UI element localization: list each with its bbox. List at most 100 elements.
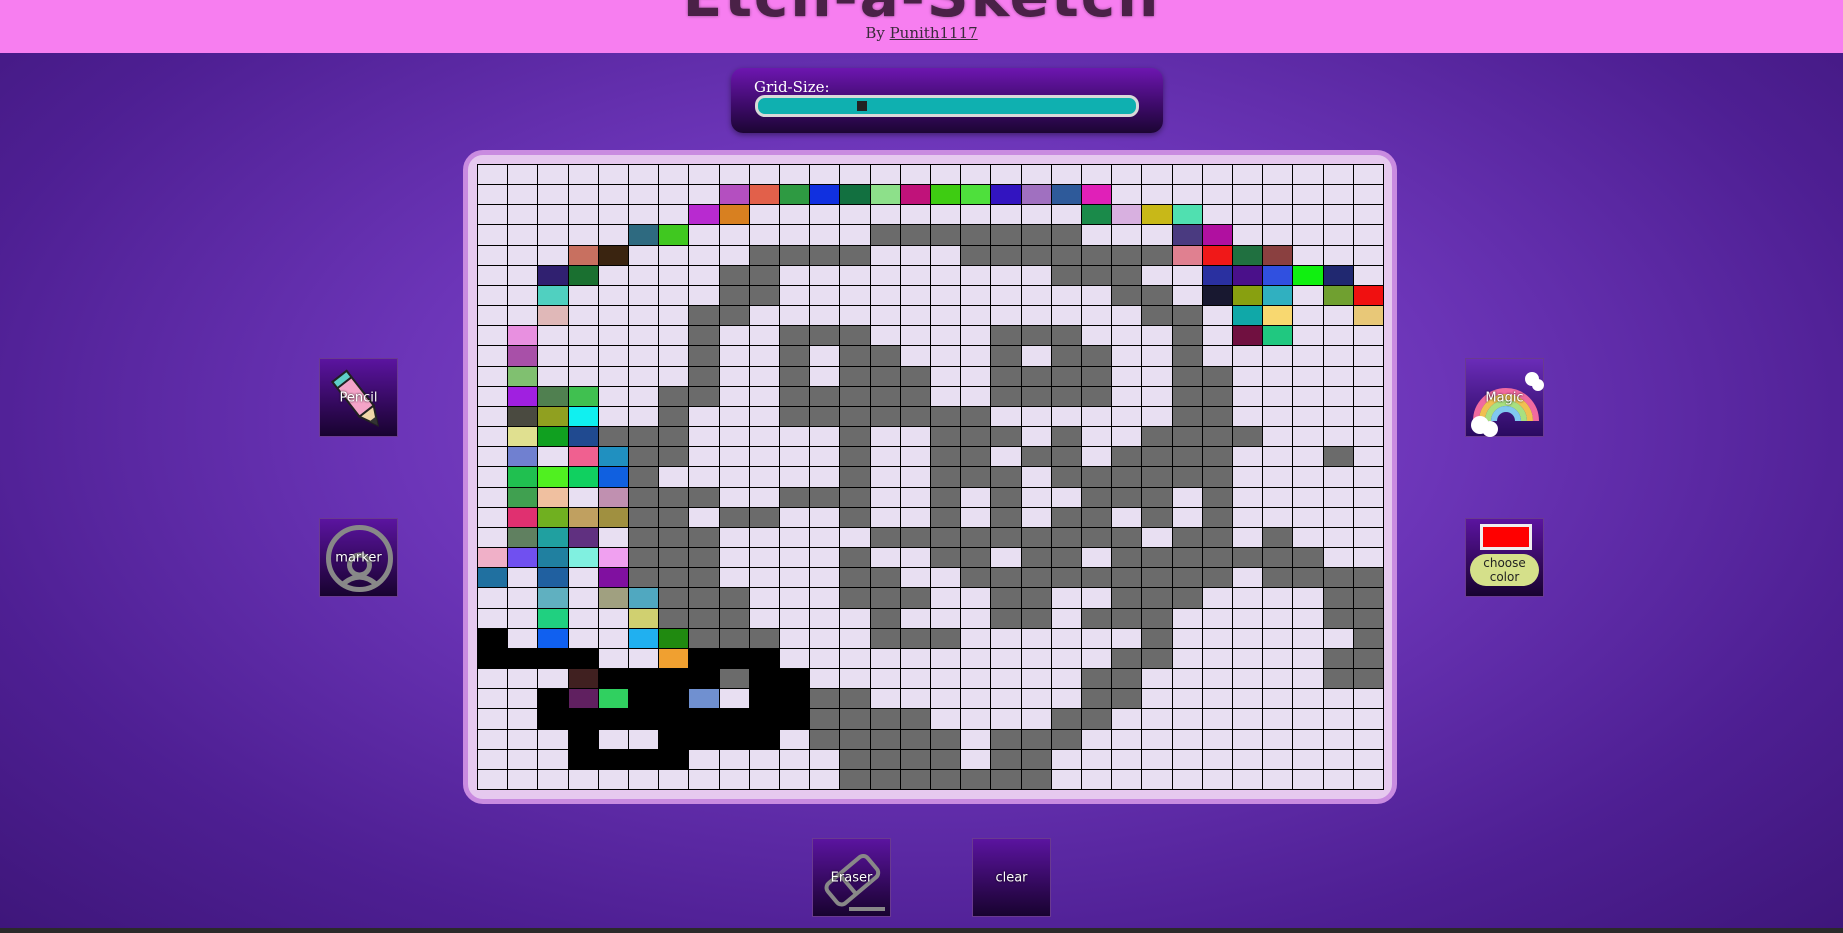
grid-cell[interactable] bbox=[840, 366, 870, 386]
grid-cell[interactable] bbox=[1172, 346, 1202, 366]
grid-cell[interactable] bbox=[689, 447, 719, 467]
grid-cell[interactable] bbox=[1293, 527, 1323, 548]
grid-cell[interactable] bbox=[1293, 205, 1323, 225]
grid-cell[interactable] bbox=[1353, 366, 1383, 386]
grid-cell[interactable] bbox=[1202, 709, 1232, 729]
grid-cell[interactable] bbox=[1021, 447, 1051, 467]
grid-cell[interactable] bbox=[1202, 447, 1232, 467]
grid-cell[interactable] bbox=[1293, 548, 1323, 568]
grid-cell[interactable] bbox=[689, 205, 719, 225]
grid-cell[interactable] bbox=[659, 487, 689, 507]
grid-cell[interactable] bbox=[1263, 568, 1293, 588]
grid-cell[interactable] bbox=[1172, 165, 1202, 185]
grid-cell[interactable] bbox=[961, 165, 991, 185]
grid-cell[interactable] bbox=[870, 265, 900, 285]
grid-cell[interactable] bbox=[870, 245, 900, 265]
grid-cell[interactable] bbox=[478, 165, 508, 185]
grid-cell[interactable] bbox=[659, 608, 689, 628]
grid-cell[interactable] bbox=[629, 588, 659, 608]
grid-cell[interactable] bbox=[538, 729, 568, 749]
grid-cell[interactable] bbox=[1202, 689, 1232, 709]
grid-cell[interactable] bbox=[991, 447, 1021, 467]
grid-cell[interactable] bbox=[719, 487, 749, 507]
grid-cell[interactable] bbox=[719, 447, 749, 467]
grid-cell[interactable] bbox=[629, 386, 659, 406]
grid-cell[interactable] bbox=[1172, 326, 1202, 346]
grid-cell[interactable] bbox=[991, 487, 1021, 507]
grid-cell[interactable] bbox=[931, 185, 961, 205]
grid-cell[interactable] bbox=[598, 689, 628, 709]
clear-button[interactable]: clear bbox=[972, 838, 1051, 917]
grid-cell[interactable] bbox=[991, 709, 1021, 729]
grid-cell[interactable] bbox=[931, 306, 961, 326]
grid-cell[interactable] bbox=[1263, 346, 1293, 366]
grid-cell[interactable] bbox=[478, 628, 508, 648]
grid-cell[interactable] bbox=[840, 306, 870, 326]
grid-cell[interactable] bbox=[1142, 225, 1172, 245]
grid-cell[interactable] bbox=[1172, 769, 1202, 789]
grid-cell[interactable] bbox=[931, 205, 961, 225]
grid-cell[interactable] bbox=[689, 467, 719, 487]
grid-cell[interactable] bbox=[598, 749, 628, 769]
grid-cell[interactable] bbox=[1172, 467, 1202, 487]
grid-cell[interactable] bbox=[568, 165, 598, 185]
grid-cell[interactable] bbox=[659, 427, 689, 447]
grid-cell[interactable] bbox=[478, 729, 508, 749]
grid-cell[interactable] bbox=[1021, 709, 1051, 729]
grid-cell[interactable] bbox=[810, 568, 840, 588]
grid-cell[interactable] bbox=[900, 406, 930, 427]
grid-cell[interactable] bbox=[508, 185, 538, 205]
grid-cell[interactable] bbox=[991, 245, 1021, 265]
grid-cell[interactable] bbox=[1142, 689, 1172, 709]
grid-cell[interactable] bbox=[1021, 406, 1051, 427]
grid-cell[interactable] bbox=[1353, 628, 1383, 648]
grid-cell[interactable] bbox=[1233, 487, 1263, 507]
grid-cell[interactable] bbox=[719, 588, 749, 608]
grid-cell[interactable] bbox=[840, 669, 870, 689]
grid-cell[interactable] bbox=[1263, 386, 1293, 406]
grid-cell[interactable] bbox=[659, 648, 689, 669]
grid-cell[interactable] bbox=[1051, 326, 1081, 346]
grid-cell[interactable] bbox=[1142, 366, 1172, 386]
grid-cell[interactable] bbox=[659, 447, 689, 467]
grid-cell[interactable] bbox=[1323, 669, 1353, 689]
grid-cell[interactable] bbox=[1353, 729, 1383, 749]
grid-cell[interactable] bbox=[719, 729, 749, 749]
grid-cell[interactable] bbox=[840, 447, 870, 467]
grid-cell[interactable] bbox=[538, 346, 568, 366]
grid-cell[interactable] bbox=[1021, 326, 1051, 346]
grid-cell[interactable] bbox=[870, 447, 900, 467]
grid-cell[interactable] bbox=[961, 245, 991, 265]
grid-cell[interactable] bbox=[961, 548, 991, 568]
grid-cell[interactable] bbox=[1323, 265, 1353, 285]
grid-cell[interactable] bbox=[991, 669, 1021, 689]
grid-cell[interactable] bbox=[659, 225, 689, 245]
grid-cell[interactable] bbox=[1082, 487, 1112, 507]
grid-cell[interactable] bbox=[1172, 306, 1202, 326]
grid-cell[interactable] bbox=[538, 386, 568, 406]
grid-cell[interactable] bbox=[478, 285, 508, 306]
grid-cell[interactable] bbox=[629, 648, 659, 669]
grid-cell[interactable] bbox=[931, 568, 961, 588]
grid-cell[interactable] bbox=[1353, 427, 1383, 447]
grid-cell[interactable] bbox=[991, 406, 1021, 427]
grid-cell[interactable] bbox=[478, 669, 508, 689]
grid-cell[interactable] bbox=[508, 669, 538, 689]
grid-cell[interactable] bbox=[1142, 467, 1172, 487]
grid-cell[interactable] bbox=[689, 386, 719, 406]
grid-cell[interactable] bbox=[568, 749, 598, 769]
grid-cell[interactable] bbox=[538, 749, 568, 769]
grid-cell[interactable] bbox=[1263, 689, 1293, 709]
grid-cell[interactable] bbox=[568, 588, 598, 608]
grid-cell[interactable] bbox=[1233, 306, 1263, 326]
grid-cell[interactable] bbox=[840, 608, 870, 628]
grid-cell[interactable] bbox=[810, 346, 840, 366]
grid-cell[interactable] bbox=[1233, 548, 1263, 568]
grid-cell[interactable] bbox=[931, 548, 961, 568]
grid-cell[interactable] bbox=[659, 588, 689, 608]
grid-cell[interactable] bbox=[749, 608, 779, 628]
grid-cell[interactable] bbox=[508, 568, 538, 588]
grid-cell[interactable] bbox=[749, 487, 779, 507]
grid-cell[interactable] bbox=[1082, 507, 1112, 527]
grid-cell[interactable] bbox=[991, 427, 1021, 447]
